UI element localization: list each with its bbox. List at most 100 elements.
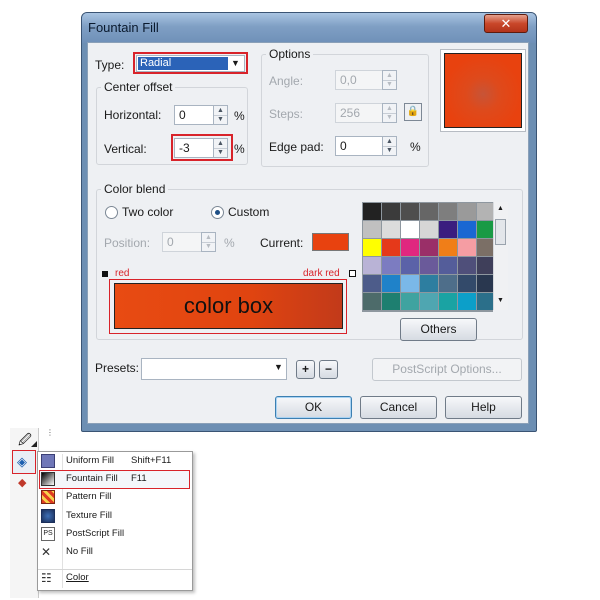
palette-swatch[interactable] [382,293,400,310]
paint-bucket-icon: ◈ [17,454,27,469]
color-docker-icon: ☷ [41,571,52,585]
palette-swatch[interactable] [420,293,438,310]
palette-swatch[interactable] [401,257,419,274]
start-marker[interactable] [102,271,108,277]
steps-spinner[interactable]: ▲ ▼ [382,103,397,123]
palette-swatch[interactable] [439,221,457,238]
end-marker[interactable] [349,270,356,277]
type-label: Type: [95,58,125,72]
presets-dropdown[interactable]: ▼ [141,358,287,380]
add-preset-button[interactable]: + [296,360,315,379]
presets-chevron-down-icon: ▼ [274,362,283,372]
palette-swatch[interactable] [458,275,476,292]
position-spinner[interactable]: ▲ ▼ [201,232,216,252]
palette-swatch[interactable] [458,239,476,256]
ok-button[interactable]: OK [275,396,352,419]
options-title: Options [266,47,314,61]
palette-swatch[interactable] [363,293,381,310]
position-field[interactable]: 0 [162,232,202,252]
close-button[interactable]: ✕ [484,14,528,33]
palette-swatch[interactable] [420,239,438,256]
toolbox-separator: ⋮ [46,428,54,437]
horizontal-label: Horizontal: [104,108,162,122]
palette-swatch[interactable] [420,275,438,292]
palette-swatch[interactable] [401,221,419,238]
palette-swatch[interactable] [382,239,400,256]
horizontal-spinner[interactable]: ▲ ▼ [213,105,228,125]
flyout-item-label: Pattern Fill [66,491,112,502]
palette-swatch[interactable] [363,221,381,238]
horizontal-field[interactable]: 0 [174,105,214,125]
scroll-up-icon[interactable]: ▲ [497,205,504,212]
two-color-label: Two color [122,205,174,219]
scroll-down-icon[interactable]: ▼ [497,297,504,304]
color-palette[interactable] [362,202,495,312]
fill-tool-button[interactable]: ◈ [12,450,36,474]
flyout-item-postscript-fill[interactable]: PS PostScript Fill [39,525,189,543]
palette-swatch[interactable] [363,239,381,256]
flyout-item-no-fill[interactable]: ✕ No Fill [39,543,189,561]
edge-pad-label: Edge pad: [269,140,324,154]
palette-swatch[interactable] [382,221,400,238]
dialog-title: Fountain Fill [88,20,159,35]
palette-swatch[interactable] [363,275,381,292]
palette-swatch[interactable] [420,221,438,238]
scroll-thumb[interactable] [495,219,506,245]
palette-swatch[interactable] [439,275,457,292]
palette-swatch[interactable] [458,203,476,220]
palette-swatch[interactable] [401,203,419,220]
flyout-item-uniform-fill[interactable]: Uniform Fill Shift+F11 [39,452,189,470]
palette-swatch[interactable] [401,239,419,256]
color-box[interactable]: color box [114,283,343,329]
flyout-item-texture-fill[interactable]: Texture Fill [39,507,189,525]
pattern-fill-icon [41,490,55,504]
flyout-item-label: Fountain Fill [66,473,118,484]
palette-swatch[interactable] [401,275,419,292]
palette-swatch[interactable] [401,293,419,310]
custom-label: Custom [228,205,270,219]
angle-spinner[interactable]: ▲ ▼ [382,70,397,90]
palette-swatch[interactable] [439,239,457,256]
palette-swatch[interactable] [363,203,381,220]
help-button[interactable]: Help [445,396,522,419]
palette-swatch[interactable] [363,257,381,274]
palette-swatch[interactable] [382,257,400,274]
cancel-button[interactable]: Cancel [360,396,437,419]
palette-swatch[interactable] [458,257,476,274]
current-color-swatch[interactable] [312,233,349,251]
fill-preview[interactable] [444,53,522,128]
palette-swatch[interactable] [382,203,400,220]
edge-pad-spinner[interactable]: ▲ ▼ [382,136,397,156]
position-label: Position: [104,236,151,250]
preview-frame [440,49,526,132]
position-unit: % [224,236,235,250]
palette-swatch[interactable] [439,203,457,220]
flyout-item-fountain-fill[interactable]: Fountain Fill F11 [39,470,189,488]
edge-pad-field[interactable]: 0 [335,136,383,156]
others-button[interactable]: Others [400,318,477,341]
palette-swatch[interactable] [458,293,476,310]
custom-radio[interactable] [211,206,224,219]
flyout-item-label: Uniform Fill [66,455,115,466]
postscript-options-button[interactable]: PostScript Options... [372,358,522,381]
remove-preset-button[interactable]: − [319,360,338,379]
palette-swatch[interactable] [439,293,457,310]
steps-field[interactable]: 256 [335,103,383,123]
lock-icon[interactable]: 🔒 [404,103,422,121]
angle-field[interactable]: 0,0 [335,70,383,90]
palette-swatch[interactable] [382,275,400,292]
two-color-radio[interactable] [105,206,118,219]
presets-label: Presets: [95,361,140,375]
palette-swatch[interactable] [439,257,457,274]
texture-fill-icon [41,509,55,523]
interactive-fill-icon[interactable]: ◆ [18,476,26,489]
palette-scrollbar[interactable]: ▲ ▼ [493,202,508,310]
palette-swatch[interactable] [420,257,438,274]
flyout-item-pattern-fill[interactable]: Pattern Fill [39,488,189,506]
end-color-label: dark red [303,268,340,279]
palette-swatch[interactable] [458,221,476,238]
vertical-label: Vertical: [104,142,147,156]
palette-swatch[interactable] [420,203,438,220]
flyout-item-color[interactable]: ☷ Color [39,569,189,587]
title-bar[interactable]: Fountain Fill ✕ [82,13,536,43]
